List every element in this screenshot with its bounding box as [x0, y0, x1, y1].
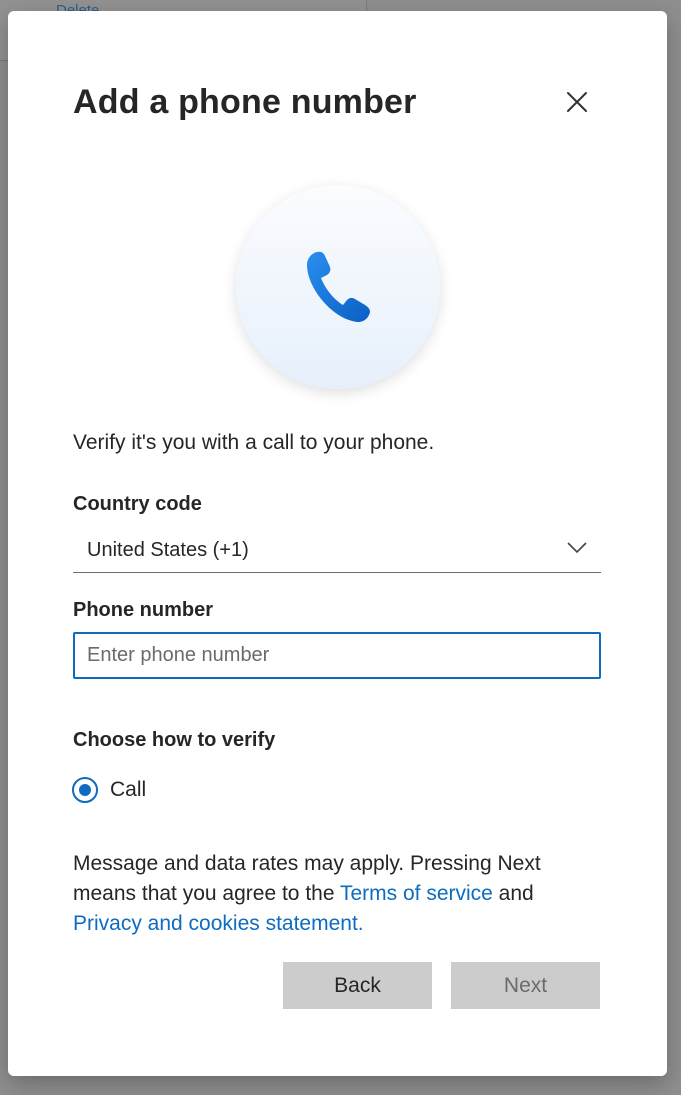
radio-selected-dot [79, 784, 91, 796]
next-button[interactable]: Next [451, 962, 600, 1009]
call-option-label: Call [110, 778, 147, 801]
verify-method-label: Choose how to verify [73, 729, 276, 751]
phone-icon [307, 251, 370, 322]
chevron-down-icon [567, 542, 587, 554]
back-button[interactable]: Back [283, 962, 432, 1009]
call-radio[interactable] [72, 777, 98, 803]
country-code-value: United States (+1) [87, 539, 249, 561]
phone-number-label: Phone number [73, 599, 214, 621]
privacy-statement-link[interactable]: Privacy and cookies statement. [73, 912, 364, 935]
close-icon [567, 92, 587, 112]
phone-number-input[interactable] [73, 632, 601, 679]
close-button[interactable] [562, 87, 592, 117]
disclaimer-text: Message and data rates may apply. Pressi… [73, 849, 603, 939]
dialog-title: Add a phone number [73, 83, 417, 121]
terms-of-service-link[interactable]: Terms of service [340, 882, 493, 905]
country-code-label: Country code [73, 493, 202, 515]
intro-text: Verify it's you with a call to your phon… [73, 431, 435, 454]
verify-option-call[interactable]: Call [72, 777, 146, 803]
disclaimer-text-middle: and [492, 882, 534, 905]
add-phone-dialog: Add a phone number Verify it's you with … [8, 11, 667, 1076]
phone-illustration [236, 185, 440, 389]
country-code-select[interactable]: United States (+1) [73, 535, 601, 573]
